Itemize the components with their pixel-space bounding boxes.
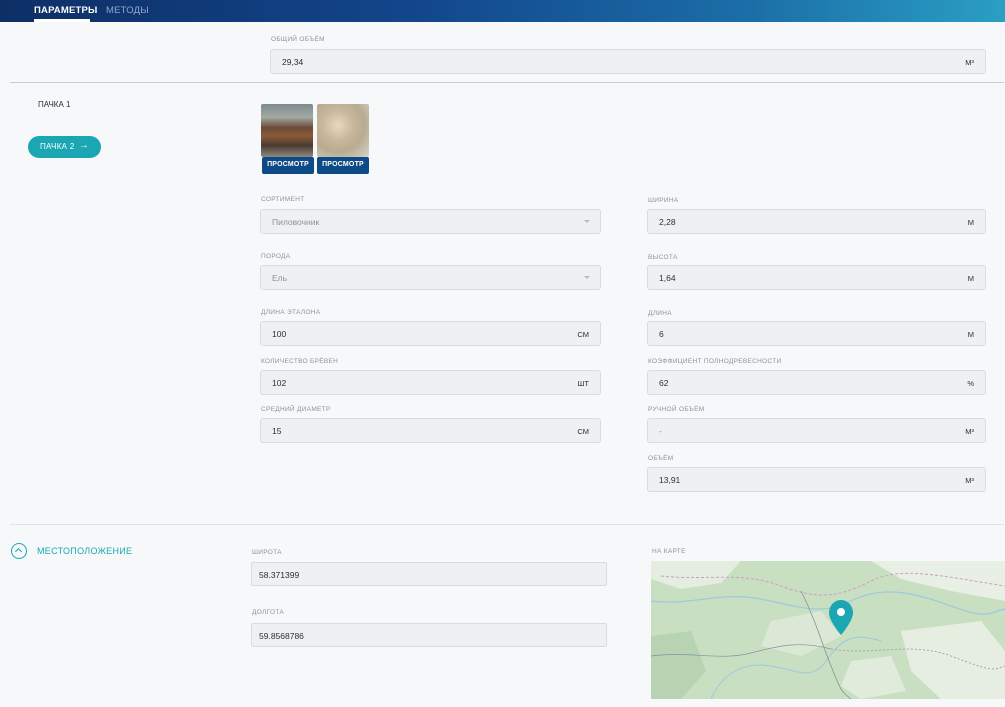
chevron-down-icon (584, 276, 590, 279)
assortment-value: Пиловочник (272, 217, 320, 227)
tab-methods[interactable]: МЕТОДЫ (106, 5, 149, 16)
tab-parameters[interactable]: ПАРАМЕТРЫ (34, 5, 98, 16)
longitude-field[interactable]: 59.8568786 (251, 623, 607, 647)
height-field[interactable]: 1,64 М (647, 265, 986, 290)
avg-diameter-unit: СМ (577, 427, 589, 436)
avg-diameter-label: СРЕДНИЙ ДИАМЕТР (261, 406, 331, 413)
volume-unit: М³ (965, 476, 974, 485)
arrow-right-icon: → (78, 140, 89, 151)
tab-bar: ПАРАМЕТРЫ МЕТОДЫ (0, 0, 1005, 22)
next-pack-label: ПАЧКА 2 (40, 142, 75, 151)
length-value: 6 (659, 329, 664, 339)
total-volume-unit: М³ (965, 58, 974, 67)
latitude-field[interactable]: 58.371399 (251, 562, 607, 586)
reference-length-field[interactable]: 100 СМ (260, 321, 601, 346)
length-label: ДЛИНА (648, 310, 672, 317)
volume-label: ОБЪЁМ (648, 455, 674, 462)
length-unit: М (967, 330, 974, 339)
chevron-down-icon (584, 220, 590, 223)
pack-card (10, 82, 1004, 525)
species-label: ПОРОДА (261, 253, 291, 260)
location-map[interactable] (651, 561, 1005, 699)
species-value: Ель (272, 273, 288, 283)
width-label: ШИРИНА (648, 197, 679, 204)
reference-length-unit: СМ (577, 330, 589, 339)
log-count-field[interactable]: 102 ШТ (260, 370, 601, 395)
longitude-value: 59.8568786 (259, 631, 304, 641)
chevron-up-circle-icon[interactable] (11, 543, 27, 559)
pack-photo-1[interactable] (261, 104, 313, 157)
height-label: ВЫСОТА (648, 254, 678, 261)
width-unit: М (967, 218, 974, 227)
length-field[interactable]: 6 М (647, 321, 986, 346)
fullness-coefficient-label: КОЭФФИЦИЕНТ ПОЛНОДРЕВЕСНОСТИ (648, 358, 782, 365)
total-volume-value: 29,34 (282, 57, 304, 67)
height-unit: М (967, 274, 974, 283)
latitude-value: 58.371399 (259, 570, 300, 580)
assortment-select[interactable]: Пиловочник (260, 209, 601, 234)
manual-volume-unit: М³ (965, 427, 974, 436)
location-section-title[interactable]: МЕСТОПОЛОЖЕНИЕ (37, 546, 132, 556)
log-count-value: 102 (272, 378, 287, 388)
avg-diameter-value: 15 (272, 426, 282, 436)
latitude-label: ШИРОТА (252, 549, 282, 556)
reference-length-value: 100 (272, 329, 287, 339)
longitude-label: ДОЛГОТА (252, 609, 285, 616)
height-value: 1,64 (659, 273, 676, 283)
next-pack-button[interactable]: ПАЧКА 2 → (28, 136, 101, 158)
log-count-label: КОЛИЧЕСТВО БРЁВЕН (261, 358, 339, 365)
reference-length-label: ДЛИНА ЭТАЛОНА (261, 309, 321, 316)
log-count-unit: ШТ (577, 379, 589, 388)
volume-field[interactable]: 13,91 М³ (647, 467, 986, 492)
view-photo-1-button[interactable]: ПРОСМОТР (262, 157, 314, 174)
map-label: НА КАРТЕ (652, 548, 686, 555)
width-field[interactable]: 2,28 М (647, 209, 986, 234)
pack-title: ПАЧКА 1 (38, 100, 71, 109)
assortment-label: СОРТИМЕНТ (261, 196, 305, 203)
width-value: 2,28 (659, 217, 676, 227)
manual-volume-value: - (659, 426, 662, 436)
fullness-coefficient-value: 62 (659, 378, 669, 388)
active-tab-indicator (34, 19, 90, 22)
pack-photo-2[interactable] (317, 104, 369, 157)
species-select[interactable]: Ель (260, 265, 601, 290)
fullness-coefficient-field[interactable]: 62 % (647, 370, 986, 395)
manual-volume-field[interactable]: - М³ (647, 418, 986, 443)
volume-value: 13,91 (659, 475, 681, 485)
avg-diameter-field[interactable]: 15 СМ (260, 418, 601, 443)
view-photo-2-button[interactable]: ПРОСМОТР (317, 157, 369, 174)
fullness-coefficient-unit: % (967, 379, 974, 388)
manual-volume-label: РУЧНОЙ ОБЪЁМ (648, 406, 705, 413)
total-volume-field[interactable]: 29,34 М³ (270, 49, 986, 74)
total-volume-label: ОБЩИЙ ОБЪЁМ (271, 36, 325, 43)
